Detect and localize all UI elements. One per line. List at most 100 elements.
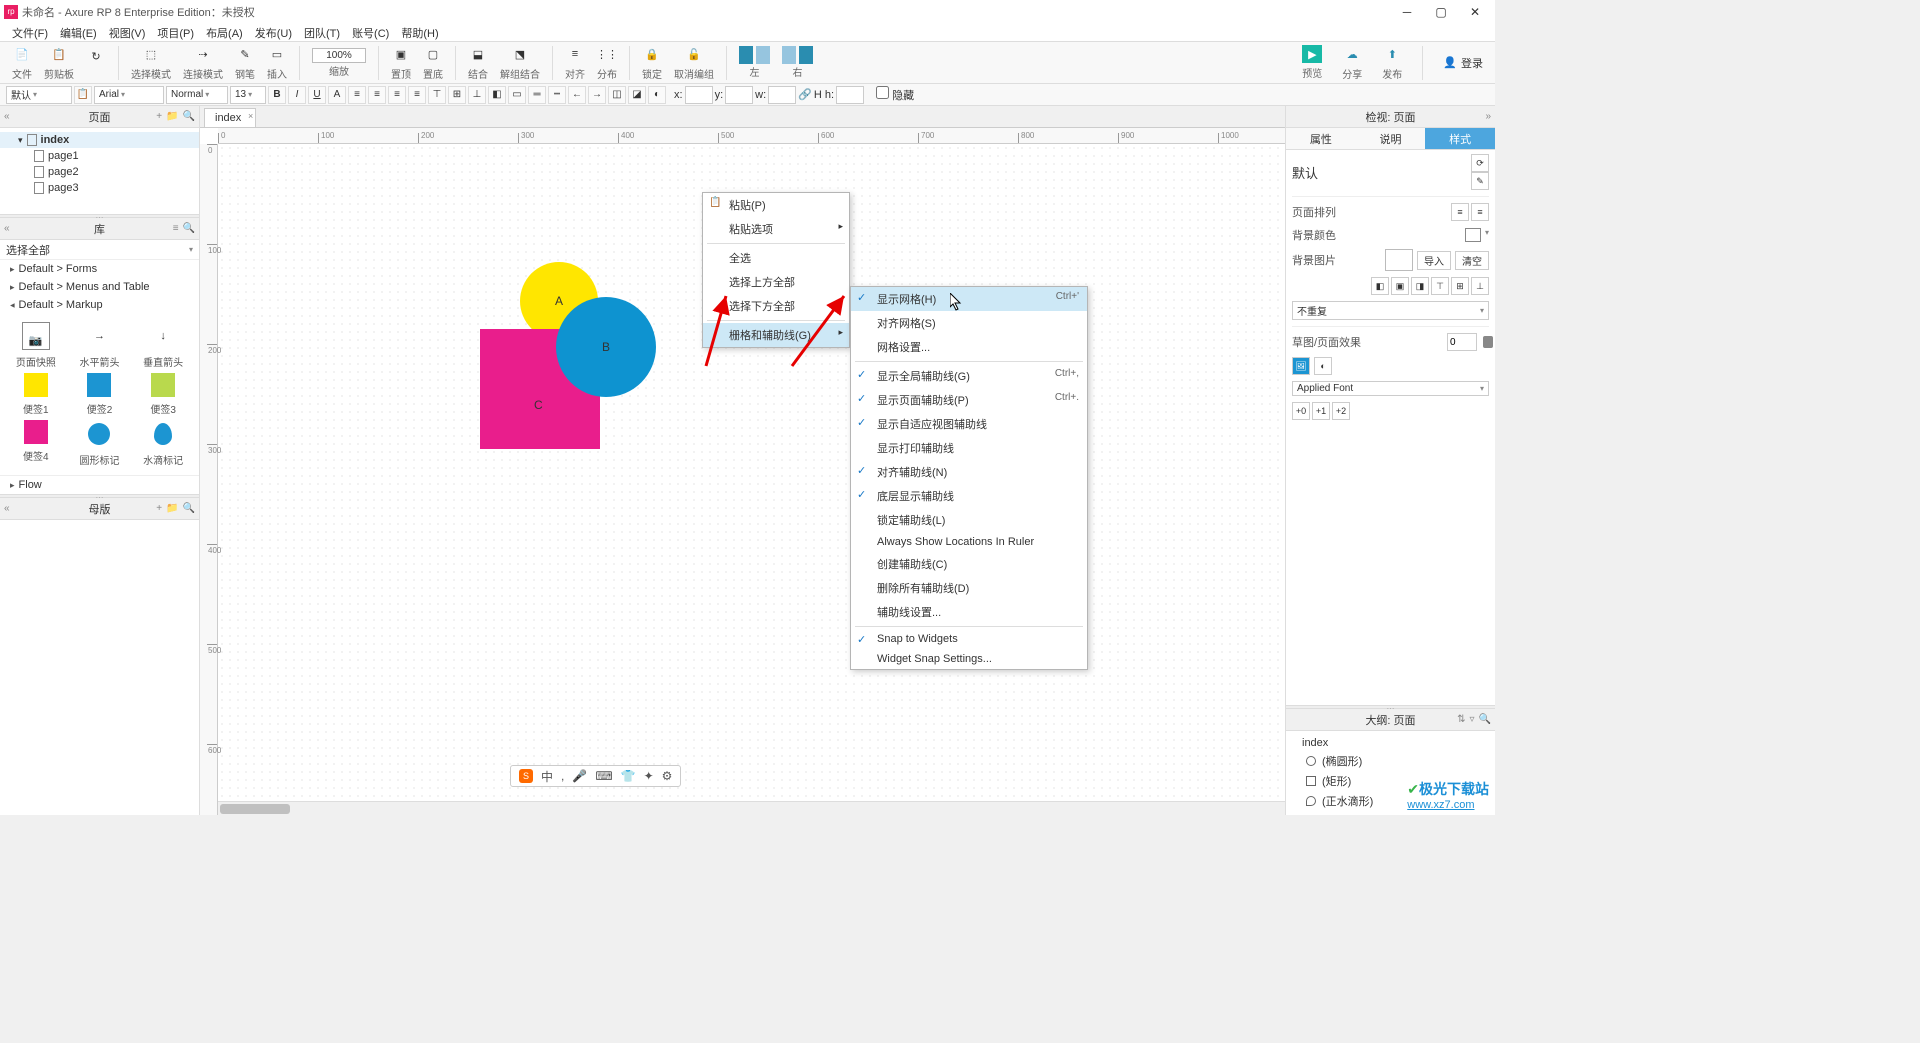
lib-circle-marker[interactable]: 圆形标记 bbox=[70, 420, 130, 467]
tb-select-mode[interactable]: ⬚选择模式 bbox=[131, 44, 171, 81]
ime-mic-icon[interactable]: 🎤 bbox=[572, 769, 587, 783]
import-button[interactable]: 导入 bbox=[1417, 251, 1451, 270]
filter-icon[interactable]: ▿ bbox=[1470, 714, 1475, 725]
tb-left[interactable]: 左 bbox=[739, 46, 770, 79]
tb-ungroup-btn[interactable]: ⬔解组结合 bbox=[500, 44, 540, 81]
ctx-create-guides[interactable]: 创建辅助线(C) bbox=[851, 552, 1087, 576]
style-edit-icon[interactable]: ✎ bbox=[1471, 172, 1489, 190]
bg-image-thumb[interactable] bbox=[1385, 249, 1413, 271]
tb-redo[interactable]: ↻ bbox=[86, 46, 106, 79]
align-center-icon[interactable]: ≡ bbox=[1471, 203, 1489, 221]
h-input[interactable] bbox=[836, 86, 864, 104]
lib-cat-markup[interactable]: ▾Default > Markup bbox=[0, 296, 199, 314]
text-color-button[interactable]: A bbox=[328, 86, 346, 104]
align-right-button[interactable]: ≡ bbox=[408, 86, 426, 104]
style-update-icon[interactable]: ⟳ bbox=[1471, 154, 1489, 172]
maximize-button[interactable]: ▢ bbox=[1433, 5, 1449, 19]
valign-top-button[interactable]: ⊤ bbox=[428, 86, 446, 104]
horizontal-scrollbar[interactable] bbox=[218, 801, 1285, 815]
clear-button[interactable]: 清空 bbox=[1455, 251, 1489, 270]
ctx-paste-options[interactable]: 粘贴选项▸ bbox=[703, 217, 849, 241]
arrow-start-button[interactable]: ← bbox=[568, 86, 586, 104]
tb-distribute[interactable]: ⋮⋮分布 bbox=[597, 44, 617, 81]
page-item-page2[interactable]: page2 bbox=[0, 164, 199, 180]
tb-send-back[interactable]: ▢置底 bbox=[423, 44, 443, 81]
align-h-right-icon[interactable]: ◨ bbox=[1411, 277, 1429, 295]
shadow-in-button[interactable]: ◪ bbox=[628, 86, 646, 104]
lib-cat-menus[interactable]: ▸Default > Menus and Table bbox=[0, 278, 199, 296]
border-width-button[interactable]: ═ bbox=[528, 86, 546, 104]
y-input[interactable] bbox=[725, 86, 753, 104]
canvas-tab-index[interactable]: index× bbox=[204, 108, 256, 127]
color-mode-icon[interactable]: 🖼 bbox=[1292, 357, 1310, 375]
add-master-icon[interactable]: + bbox=[156, 503, 162, 514]
menu-edit[interactable]: 编辑(E) bbox=[56, 25, 101, 41]
tb-file[interactable]: 📄文件 bbox=[12, 44, 32, 81]
italic-button[interactable]: I bbox=[288, 86, 306, 104]
sketch-input[interactable] bbox=[1447, 333, 1477, 351]
ctx-snap-widgets[interactable]: ✓Snap to Widgets bbox=[851, 629, 1087, 649]
page-item-index[interactable]: ▾index bbox=[0, 132, 199, 148]
bg-color-swatch[interactable] bbox=[1465, 228, 1481, 242]
menu-help[interactable]: 帮助(H) bbox=[397, 25, 442, 41]
ctx-lock-guides[interactable]: 锁定辅助线(L) bbox=[851, 508, 1087, 532]
align-left-button[interactable]: ≡ bbox=[368, 86, 386, 104]
tb-right[interactable]: 右 bbox=[782, 46, 813, 79]
tb-connect-mode[interactable]: ⇢连接模式 bbox=[183, 44, 223, 81]
search-icon[interactable]: 🔍 bbox=[1479, 714, 1491, 725]
lib-v-arrow[interactable]: ↓垂直箭头 bbox=[133, 322, 193, 369]
font-select[interactable]: Arial▾ bbox=[94, 86, 164, 104]
collapse-icon[interactable]: « bbox=[4, 111, 10, 122]
weight-select[interactable]: Normal▾ bbox=[166, 86, 228, 104]
lib-drop-marker[interactable]: 水滴标记 bbox=[133, 420, 193, 467]
arrow-end-button[interactable]: → bbox=[588, 86, 606, 104]
size-select[interactable]: 13▾ bbox=[230, 86, 266, 104]
ime-keyboard-icon[interactable]: ⌨ bbox=[595, 769, 612, 783]
valign-mid-button[interactable]: ⊞ bbox=[448, 86, 466, 104]
add-folder-icon[interactable]: 📁 bbox=[166, 111, 178, 122]
ctx-show-grid[interactable]: ✓显示网格(H)Ctrl+' bbox=[851, 287, 1087, 311]
menu-team[interactable]: 团队(T) bbox=[300, 25, 344, 41]
applied-font-select[interactable]: Applied Font▾ bbox=[1292, 381, 1489, 396]
style-copy-icon[interactable]: 📋 bbox=[74, 86, 92, 104]
ime-lang[interactable]: 中 bbox=[541, 768, 553, 785]
menu-publish[interactable]: 发布(U) bbox=[251, 25, 296, 41]
tb-publish[interactable]: ⬆发布 bbox=[1382, 44, 1402, 81]
font-adj-1[interactable]: +1 bbox=[1312, 402, 1330, 420]
lib-note4[interactable]: 便签4 bbox=[6, 420, 66, 467]
opacity-button[interactable]: ◐ bbox=[648, 86, 666, 104]
style-select[interactable]: 默认▾ bbox=[6, 86, 72, 104]
search-icon[interactable]: 🔍 bbox=[183, 111, 195, 122]
gray-mode-icon[interactable]: ◐ bbox=[1314, 357, 1332, 375]
menu-layout[interactable]: 布局(A) bbox=[202, 25, 247, 41]
tab-style[interactable]: 样式 bbox=[1425, 128, 1495, 150]
page-item-page3[interactable]: page3 bbox=[0, 180, 199, 196]
outline-item-ellipse[interactable]: (椭圆形) bbox=[1290, 751, 1491, 771]
sort-icon[interactable]: ⇅ bbox=[1457, 714, 1465, 725]
ctx-show-adaptive-guides[interactable]: ✓显示自适应视图辅助线 bbox=[851, 412, 1087, 436]
ime-punct[interactable]: , bbox=[561, 769, 564, 783]
x-input[interactable] bbox=[685, 86, 713, 104]
menu-project[interactable]: 项目(P) bbox=[153, 25, 198, 41]
align-v-mid-icon[interactable]: ⊞ bbox=[1451, 277, 1469, 295]
repeat-select[interactable]: 不重复▾ bbox=[1292, 301, 1489, 320]
lib-note1[interactable]: 便签1 bbox=[6, 373, 66, 416]
collapse-icon[interactable]: « bbox=[4, 503, 10, 514]
align-v-top-icon[interactable]: ⊤ bbox=[1431, 277, 1449, 295]
collapse-icon[interactable]: » bbox=[1485, 111, 1491, 122]
collapse-icon[interactable]: « bbox=[4, 223, 10, 234]
font-adj-2[interactable]: +2 bbox=[1332, 402, 1350, 420]
font-adj-0[interactable]: +0 bbox=[1292, 402, 1310, 420]
ctx-guide-settings[interactable]: 辅助线设置... bbox=[851, 600, 1087, 624]
ctx-snap-grid[interactable]: 对齐网格(S) bbox=[851, 311, 1087, 335]
border-color-button[interactable]: ▭ bbox=[508, 86, 526, 104]
page-item-page1[interactable]: page1 bbox=[0, 148, 199, 164]
ctx-widget-snap-settings[interactable]: Widget Snap Settings... bbox=[851, 649, 1087, 669]
align-h-left-icon[interactable]: ◧ bbox=[1371, 277, 1389, 295]
ctx-back-guides[interactable]: ✓底层显示辅助线 bbox=[851, 484, 1087, 508]
tb-unlock[interactable]: 🔓取消编组 bbox=[674, 44, 714, 81]
tb-login[interactable]: 👤登录 bbox=[1443, 55, 1483, 71]
hide-checkbox[interactable] bbox=[876, 86, 889, 99]
tb-insert[interactable]: ▭插入 bbox=[267, 44, 287, 81]
add-folder-icon[interactable]: 📁 bbox=[166, 503, 178, 514]
